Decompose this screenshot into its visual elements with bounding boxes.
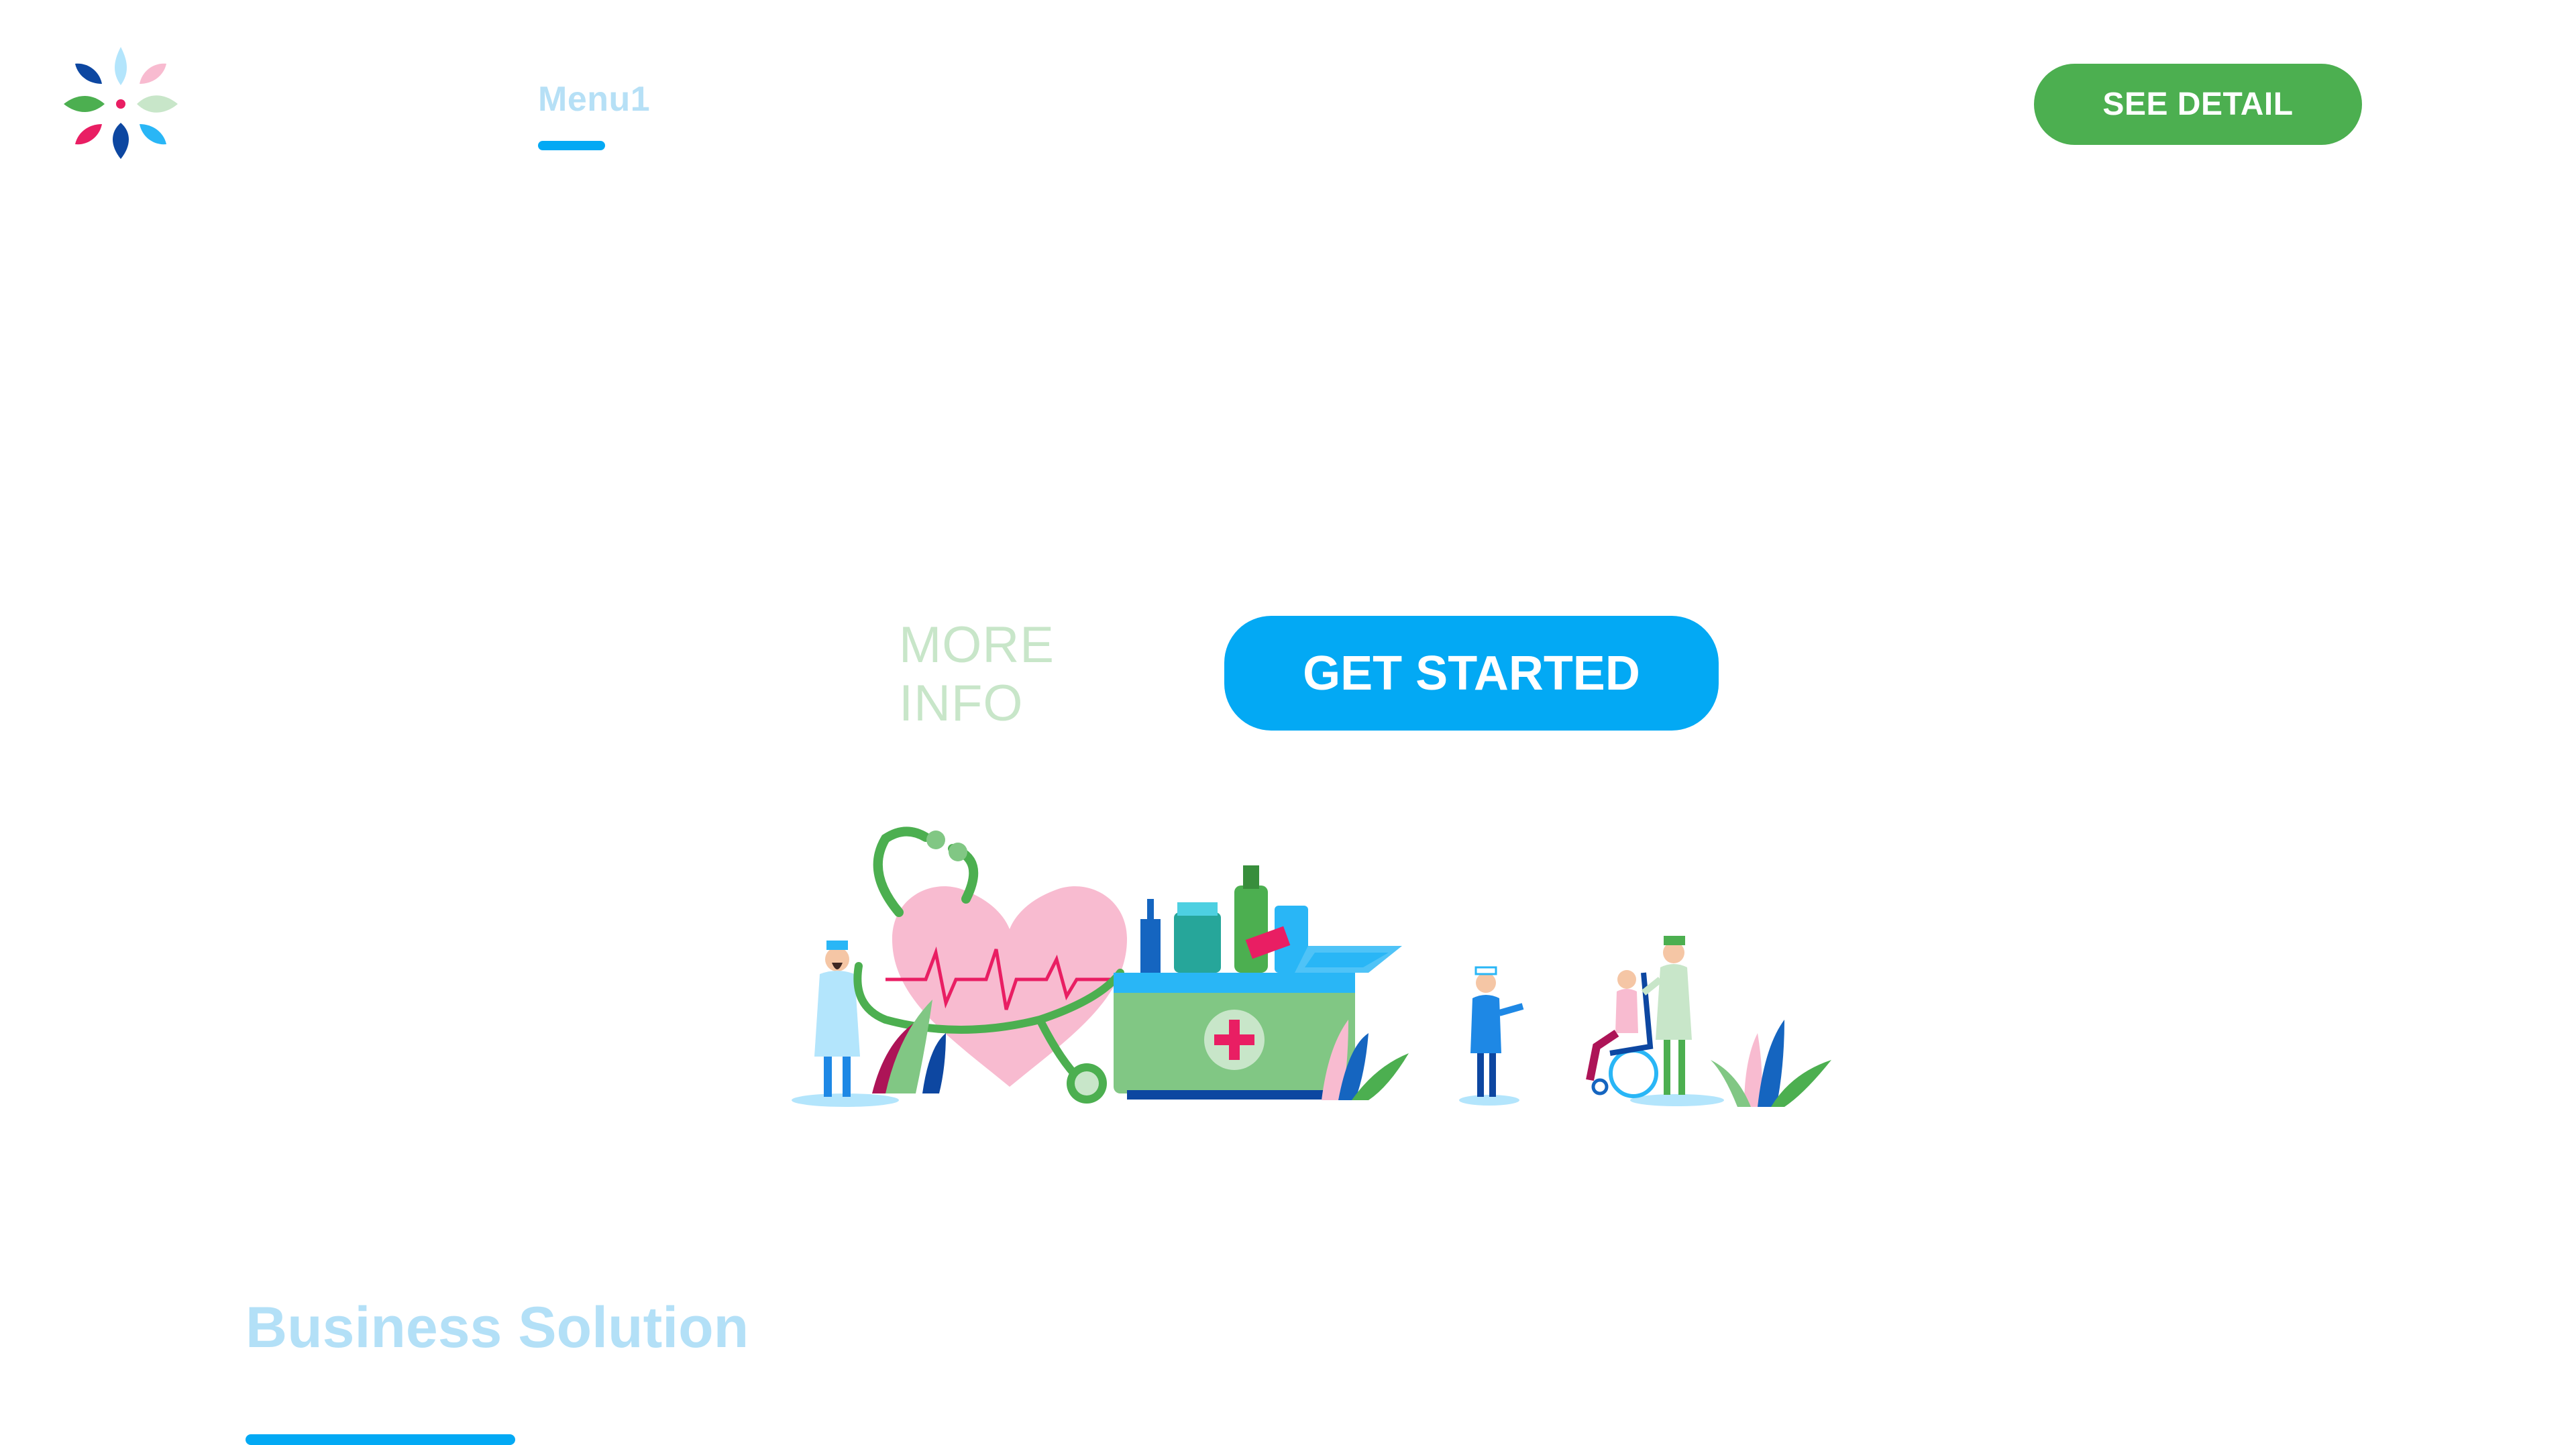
medical-care-illustration	[785, 818, 1858, 1127]
nav-item-label: Menu1	[538, 80, 651, 119]
flower-petal-logo-icon	[64, 47, 178, 159]
get-started-button[interactable]: GET STARTED	[1224, 616, 1719, 731]
active-nav-indicator	[538, 141, 605, 150]
more-info-link[interactable]: MORE INFO	[899, 617, 1181, 732]
section-title: Business Solution	[246, 1295, 749, 1360]
see-detail-button[interactable]: SEE DETAIL	[2034, 64, 2362, 145]
medical-care-illustration-icon	[792, 826, 1831, 1107]
nav-item-menu1[interactable]: Menu1	[538, 79, 651, 150]
logo[interactable]	[60, 44, 181, 164]
section-title-underline	[246, 1434, 515, 1445]
